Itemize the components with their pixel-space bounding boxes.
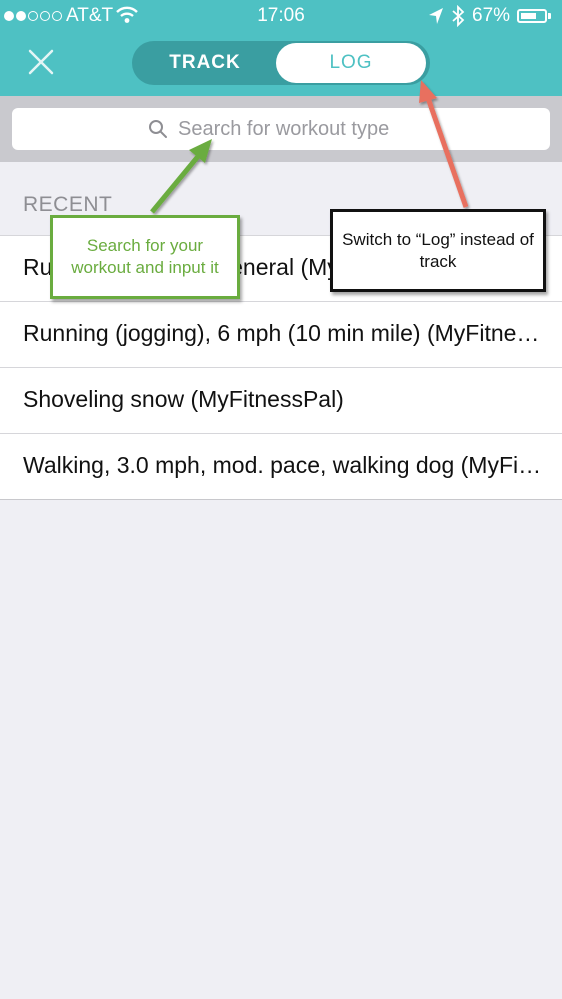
- list-item[interactable]: Shoveling snow (MyFitnessPal): [0, 368, 562, 434]
- status-bar: AT&T 17:06 67%: [0, 0, 562, 32]
- list-item[interactable]: Running (jogging), 6 mph (10 min mile) (…: [0, 302, 562, 368]
- battery-percent: 67%: [472, 5, 511, 26]
- search-annotation-callout: Search for your workout and input it: [50, 215, 240, 299]
- list-item-label: Walking, 3.0 mph, mod. pace, walking dog…: [23, 452, 543, 478]
- header-bar: AT&T 17:06 67% TRACK LOG: [0, 0, 562, 96]
- search-icon: [148, 119, 168, 144]
- green-arrow-shaft: [150, 152, 202, 214]
- bluetooth-icon: [451, 4, 465, 33]
- battery-icon: [517, 9, 547, 23]
- log-annotation-callout: Switch to “Log” instead of track: [330, 209, 546, 292]
- search-bar: [0, 96, 562, 162]
- search-field[interactable]: [12, 108, 550, 150]
- recent-section-header: RECENT: [23, 193, 113, 216]
- close-icon: [28, 49, 54, 75]
- close-button[interactable]: [27, 48, 55, 76]
- track-log-toggle: TRACK LOG: [132, 41, 430, 85]
- location-arrow-icon: [428, 7, 444, 31]
- list-item-label: Shoveling snow (MyFitnessPal): [23, 386, 344, 412]
- battery-fill: [521, 13, 536, 19]
- tab-log[interactable]: LOG: [276, 43, 426, 83]
- battery-tip: [548, 13, 551, 19]
- tab-track[interactable]: TRACK: [132, 41, 278, 85]
- search-input[interactable]: [178, 108, 538, 150]
- list-item[interactable]: Walking, 3.0 mph, mod. pace, walking dog…: [0, 434, 562, 500]
- list-item-label: Running (jogging), 6 mph (10 min mile) (…: [23, 320, 543, 346]
